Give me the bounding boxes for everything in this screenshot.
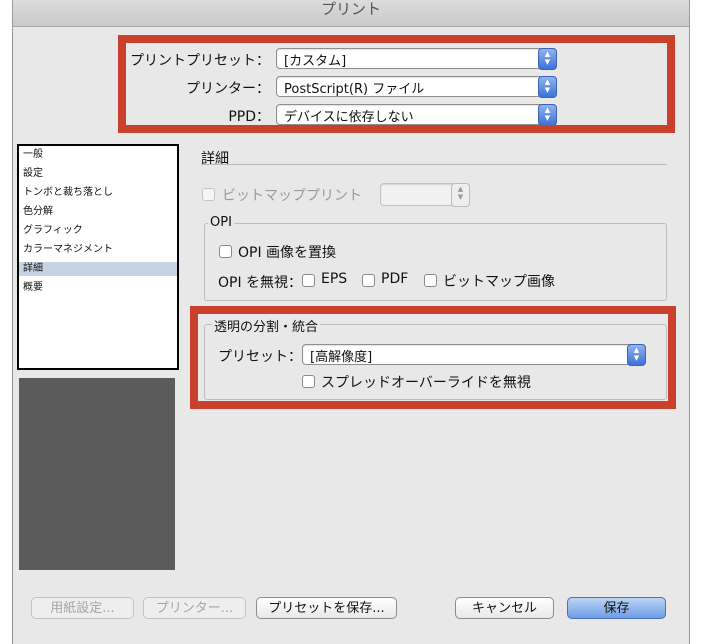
- sidebar-item-graphics[interactable]: グラフィック: [23, 224, 83, 238]
- title-bar: プリント: [13, 0, 689, 27]
- highlight-box-flattener: [190, 306, 676, 409]
- sidebar-item-color-management[interactable]: カラーマネジメント: [23, 243, 113, 257]
- pdf-checkbox[interactable]: [362, 274, 375, 287]
- section-divider: [201, 164, 667, 165]
- preview-pane: [19, 378, 175, 570]
- bitmap-print-checkbox[interactable]: [202, 188, 215, 201]
- bitmap-print-label: ビットマッププリント: [222, 188, 362, 204]
- eps-label: EPS: [321, 271, 348, 287]
- sidebar-item-general[interactable]: 一般: [23, 148, 43, 162]
- pdf-label: PDF: [381, 271, 409, 287]
- opi-replace-checkbox[interactable]: [219, 245, 232, 258]
- eps-checkbox[interactable]: [302, 274, 315, 287]
- save-button[interactable]: 保存: [567, 597, 666, 619]
- section-title: 詳細: [201, 151, 229, 167]
- page-setup-button[interactable]: 用紙設定...: [31, 597, 134, 619]
- stepper-arrows-icon: ▲ ▼: [451, 183, 470, 207]
- sidebar-item-marks-bleed[interactable]: トンボと裁ち落とし: [23, 186, 113, 200]
- sidebar-item-separations[interactable]: 色分解: [23, 205, 53, 219]
- bitmap-image-checkbox[interactable]: [424, 274, 437, 287]
- printer-button[interactable]: プリンター...: [143, 597, 246, 619]
- sidebar-item-setup[interactable]: 設定: [23, 167, 43, 181]
- opi-replace-label: OPI 画像を置換: [238, 245, 337, 261]
- bitmap-resolution-select[interactable]: ▲ ▼: [380, 183, 470, 207]
- save-preset-button[interactable]: プリセットを保存...: [256, 597, 397, 619]
- cancel-button[interactable]: キャンセル: [455, 597, 554, 619]
- bitmap-image-label: ビットマップ画像: [443, 274, 555, 290]
- category-list[interactable]: 一般 設定 トンボと裁ち落とし 色分解 グラフィック カラーマネジメント 詳細 …: [17, 144, 179, 370]
- opi-ignore-label: OPI を無視：: [218, 275, 303, 291]
- sidebar-item-advanced[interactable]: 詳細: [19, 262, 177, 276]
- sidebar-item-summary[interactable]: 概要: [23, 281, 43, 295]
- opi-group-title: OPI: [208, 215, 234, 230]
- window-title: プリント: [320, 0, 381, 18]
- highlight-box-top: [118, 35, 675, 133]
